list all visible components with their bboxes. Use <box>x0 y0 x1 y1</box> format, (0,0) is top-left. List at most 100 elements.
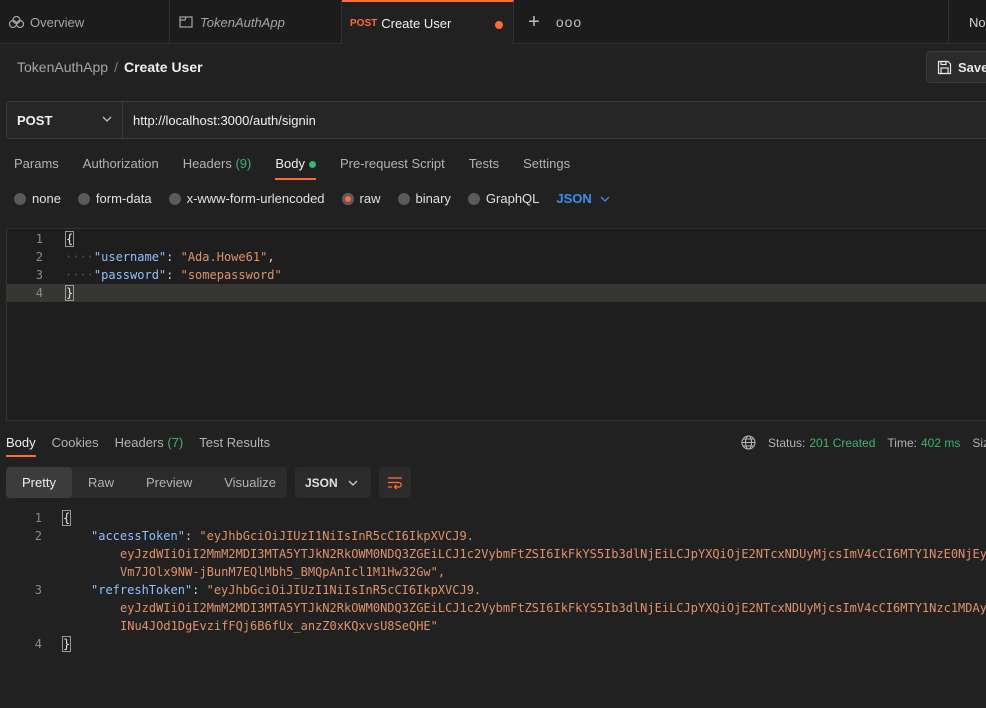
breadcrumb: TokenAuthApp / Create User <box>17 59 203 75</box>
editor-line-current: 4 } <box>7 284 986 302</box>
radio-raw-label: raw <box>359 191 381 206</box>
tab-settings[interactable]: Settings <box>523 156 570 180</box>
line-number: 3 <box>35 268 43 282</box>
response-tab-test-results[interactable]: Test Results <box>199 435 270 457</box>
save-icon <box>937 60 952 74</box>
line-number: 2 <box>34 529 42 543</box>
tab-body[interactable]: Body <box>275 156 316 180</box>
radio-urlencoded-circle-icon <box>168 192 181 205</box>
line-code: ····"username": "Ada.Howe61", <box>65 248 275 266</box>
line-code: "accessToken": "eyJhbGciOiJIUzI1NiIsInR5… <box>91 527 474 545</box>
editor-line: 2 ····"username": "Ada.Howe61", <box>7 248 986 266</box>
view-tab-preview[interactable]: Preview <box>130 467 208 498</box>
radio-binary[interactable]: binary <box>397 191 451 206</box>
view-tab-visualize[interactable]: Visualize <box>208 467 292 498</box>
breadcrumb-parent[interactable]: TokenAuthApp <box>17 59 108 75</box>
time-value[interactable]: 402 ms <box>921 436 960 450</box>
response-tab-headers[interactable]: Headers (7) <box>115 435 184 457</box>
response-tab-headers-label: Headers <box>114 435 164 450</box>
request-body-editor[interactable]: 1 { 2 ····"username": "Ada.Howe61", 3 ··… <box>6 228 986 421</box>
line-number: 2 <box>35 250 43 264</box>
size-label: Size <box>972 435 986 450</box>
response-line: 4 } <box>0 635 986 653</box>
environment-select[interactable]: No <box>948 0 986 44</box>
response-format-select[interactable]: JSON <box>295 467 371 498</box>
chevron-down-icon <box>600 196 610 202</box>
method-select[interactable]: POST <box>7 102 123 138</box>
tab-create-user-label: Create User <box>381 15 452 31</box>
tab-overview-label: Overview <box>30 14 85 30</box>
body-language-value: JSON <box>556 191 592 206</box>
line-code: { <box>65 230 75 248</box>
json-value: "eyJhbGciOiJIUzI1NiIsInR5cCI6IkpXVCJ9. <box>199 529 474 543</box>
response-tab-body[interactable]: Body <box>6 435 36 457</box>
open-brace: { <box>65 231 75 247</box>
radio-form-data[interactable]: form-data <box>77 191 152 206</box>
body-type-radio-group: none form-data x-www-form-urlencoded raw… <box>14 191 610 206</box>
response-body[interactable]: 1 { 2 "accessToken": "eyJhbGciOiJIUzI1Ni… <box>0 509 986 653</box>
indent-guide: ···· <box>65 268 94 282</box>
json-value: "Ada.Howe61" <box>180 250 268 264</box>
line-code: "refreshToken": "eyJhbGciOiJIUzI1NiIsInR… <box>91 581 481 599</box>
radio-none-label: none <box>32 191 61 206</box>
tab-headers[interactable]: Headers (9) <box>183 156 252 180</box>
radio-raw[interactable]: raw <box>341 191 381 206</box>
indent-guide: ···· <box>65 250 94 264</box>
radio-form-data-label: form-data <box>95 191 152 206</box>
json-value-continued: eyJzdWIiOiI2MmM2MDI3MTA5YTJkN2RkOWM0NDQ3… <box>120 601 986 615</box>
tab-bar: Overview TokenAuthApp POST Create User +… <box>0 0 986 44</box>
radio-binary-label: binary <box>415 191 451 206</box>
body-language-select[interactable]: JSON <box>556 191 610 206</box>
line-number: 4 <box>34 637 42 651</box>
environment-label: No <box>969 14 986 30</box>
globe-icon[interactable] <box>741 435 756 450</box>
json-value: "somepassword" <box>180 268 282 282</box>
response-line: 3 "refreshToken": "eyJhbGciOiJIUzI1NiIsI… <box>0 581 986 635</box>
page-title[interactable]: Create User <box>124 59 203 75</box>
tab-prerequest-script[interactable]: Pre-request Script <box>340 156 445 180</box>
radio-graphql-circle-icon <box>467 192 480 205</box>
json-value-continued: Vm7JOlx9NW-jBunM7EQlMbh5_BMQpAnIcl1M1Hw3… <box>120 565 446 579</box>
tab-body-label: Body <box>275 156 305 171</box>
view-tab-pretty[interactable]: Pretty <box>6 467 72 498</box>
save-button[interactable]: Save <box>926 51 986 83</box>
tab-overview[interactable]: Overview <box>0 0 170 44</box>
chevron-down-icon <box>102 116 112 122</box>
more-tabs-button[interactable]: ooo <box>554 0 584 44</box>
tab-create-user[interactable]: POST Create User <box>342 0 514 44</box>
radio-none-circle-icon <box>14 192 26 205</box>
json-key: "password" <box>93 268 167 282</box>
response-headers-count-badge: (7) <box>167 435 184 450</box>
radio-form-data-circle-icon <box>77 192 90 205</box>
overview-icon <box>8 14 24 30</box>
tab-token-auth-app[interactable]: TokenAuthApp <box>170 0 342 44</box>
open-brace: { <box>62 510 72 526</box>
request-tabs: Params Authorization Headers (9) Body Pr… <box>14 156 594 180</box>
status-label: Status: <box>768 435 806 450</box>
response-tabs: Body Cookies Headers (7) Test Results <box>6 435 286 457</box>
url-input[interactable] <box>123 102 986 138</box>
time-label: Time: <box>887 435 917 450</box>
tab-params[interactable]: Params <box>14 156 59 180</box>
unsaved-dot-icon <box>495 21 503 29</box>
json-colon: : <box>184 529 200 543</box>
radio-graphql[interactable]: GraphQL <box>467 191 539 206</box>
json-key: "accessToken" <box>91 529 185 543</box>
tab-tests[interactable]: Tests <box>469 156 499 180</box>
json-key: "username" <box>93 250 167 264</box>
tab-authorization[interactable]: Authorization <box>83 156 159 180</box>
method-value: POST <box>17 112 53 128</box>
editor-line: 3 ····"password": "somepassword" <box>7 266 986 284</box>
status-value[interactable]: 201 Created <box>809 436 875 450</box>
json-colon: : <box>166 268 181 282</box>
radio-none[interactable]: none <box>14 191 61 206</box>
tab-method-badge: POST <box>350 17 378 29</box>
new-tab-button[interactable]: + <box>514 0 554 44</box>
radio-urlencoded[interactable]: x-www-form-urlencoded <box>168 191 325 206</box>
collection-icon <box>178 14 194 30</box>
tab-app-label: TokenAuthApp <box>200 14 285 30</box>
response-tab-cookies[interactable]: Cookies <box>52 435 99 457</box>
line-code: } <box>65 284 75 302</box>
view-tab-raw[interactable]: Raw <box>72 467 130 498</box>
wrap-lines-button[interactable] <box>379 467 411 498</box>
